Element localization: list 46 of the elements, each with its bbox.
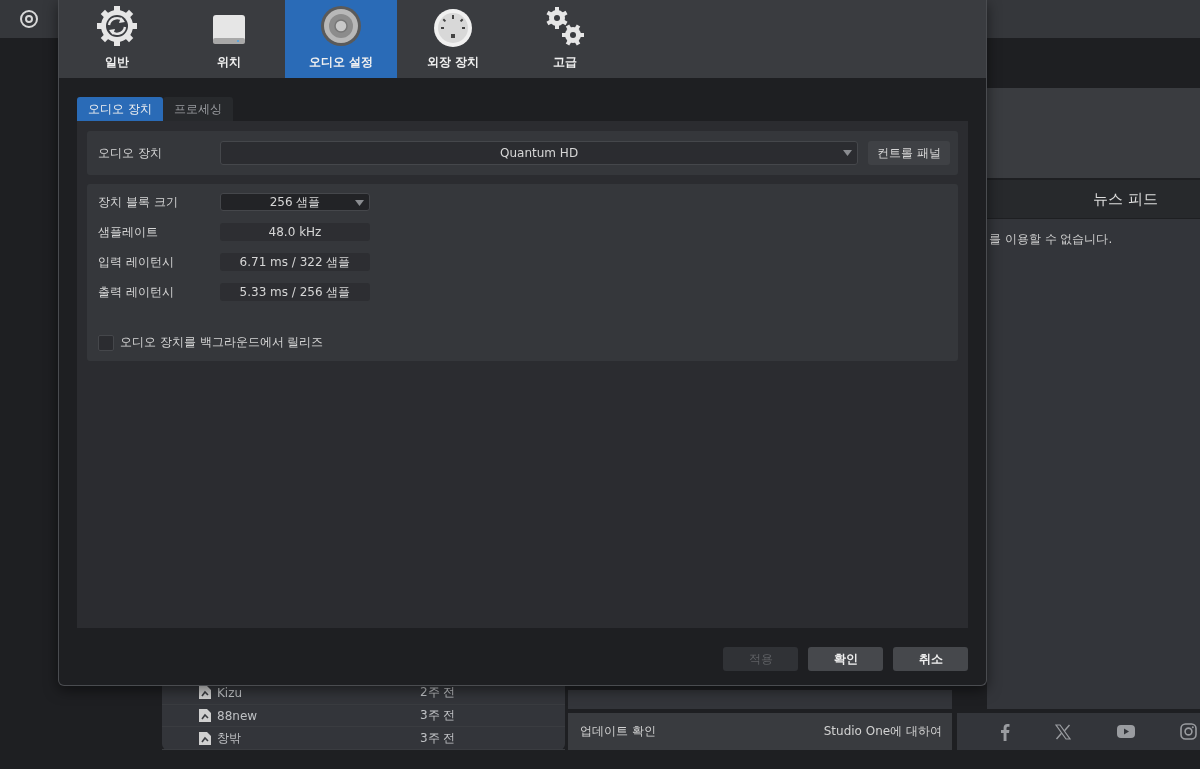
file-time: 3주 전 [420, 707, 456, 724]
checkbox[interactable] [98, 334, 114, 351]
field-label: 장치 블록 크기 [98, 193, 179, 211]
play-icon[interactable] [1116, 725, 1135, 738]
file-name[interactable]: 88new [217, 708, 420, 723]
song-file-icon [199, 709, 211, 722]
field-label: 샘플레이트 [98, 223, 159, 241]
dialog-button[interactable]: 확인 [808, 647, 883, 671]
control-panel-button[interactable]: 컨트롤 패널 [868, 141, 950, 165]
checkbox-label: 오디오 장치를 백그라운드에서 릴리즈 [120, 334, 324, 351]
category-tab[interactable]: 고급 [509, 0, 621, 78]
sync-gear-icon [95, 4, 139, 48]
category-tab[interactable]: 오디오 설정 [285, 0, 397, 78]
target-icon[interactable] [19, 9, 39, 29]
section-tab[interactable]: 오디오 장치 [77, 97, 163, 121]
speaker-icon [319, 4, 363, 48]
news-feed-title: 뉴스 피드 [1093, 189, 1158, 209]
category-tab[interactable]: 위치 [173, 0, 285, 78]
gears-icon [544, 6, 586, 48]
field-label: 입력 레이턴시 [98, 253, 175, 271]
facebook-icon[interactable] [1000, 722, 1010, 741]
value-readout: 5.33 ms / 256 샘플 [220, 283, 370, 301]
field-label: 출력 레이턴시 [98, 283, 175, 301]
file-time: 2주 전 [420, 684, 456, 702]
x-logo-icon[interactable] [1055, 723, 1072, 740]
footer-link[interactable]: 업데이트 확인 [580, 723, 656, 740]
section-tab[interactable]: 프로세싱 [162, 97, 233, 121]
song-file-icon [199, 686, 211, 700]
midi-port-icon [433, 8, 473, 48]
footer-link[interactable]: Studio One에 대하여 [823, 723, 942, 740]
category-tab[interactable]: 외장 장치 [397, 0, 509, 78]
caret-icon [843, 150, 853, 156]
file-name[interactable]: 창밖 [217, 729, 420, 747]
value-readout: 6.71 ms / 322 샘플 [220, 253, 370, 271]
value-readout: 48.0 kHz [220, 223, 370, 241]
field-label: 오디오 장치 [98, 144, 163, 162]
device-dropdown[interactable]: Quantum HD [220, 141, 859, 165]
camera-icon[interactable] [1180, 723, 1197, 740]
caret-icon [355, 200, 364, 206]
news-feed-message: 를 이용할 수 없습니다. [989, 232, 1113, 246]
song-file-icon [199, 731, 211, 745]
file-time: 3주 전 [420, 729, 456, 747]
block-size-dropdown[interactable]: 256 샘플 [220, 193, 370, 211]
file-name[interactable]: Kizu [217, 685, 420, 700]
dialog-button[interactable]: 취소 [893, 647, 968, 671]
category-tab[interactable]: 일반 [61, 0, 173, 78]
